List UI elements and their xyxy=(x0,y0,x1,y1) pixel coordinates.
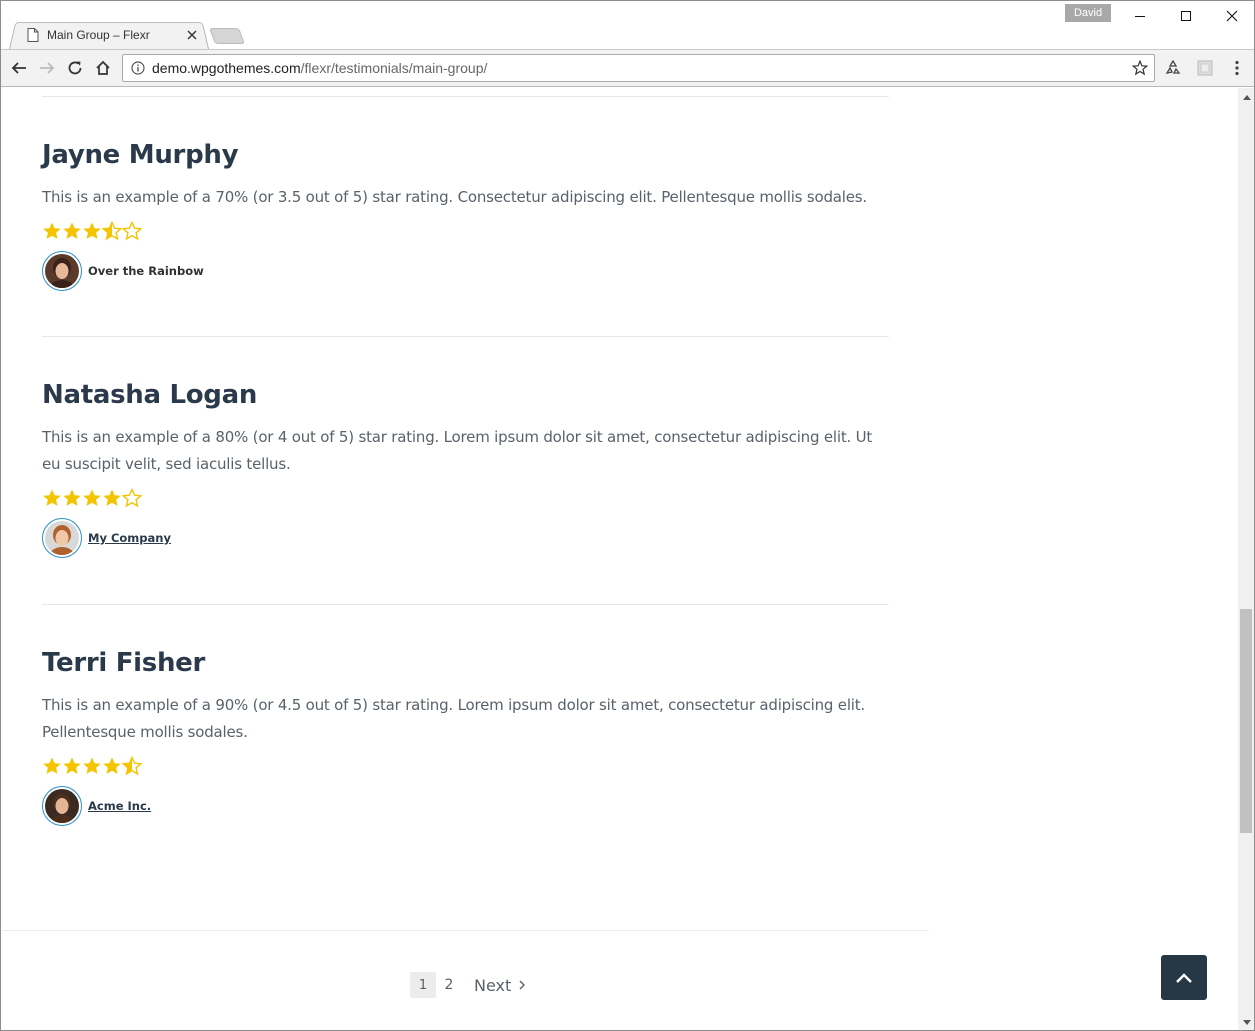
address-bar[interactable]: demo.wpgothemes.com/flexr/testimonials/m… xyxy=(122,54,1155,82)
scroll-up-arrow-icon[interactable] xyxy=(1238,88,1254,105)
testimonial-text: This is an example of a 90% (or 4.5 out … xyxy=(42,696,865,741)
testimonial-name: Jayne Murphy xyxy=(42,140,239,170)
recycle-extension-icon[interactable] xyxy=(1161,56,1185,80)
testimonial-name: Terri Fisher xyxy=(42,648,206,678)
company-link[interactable]: My Company xyxy=(88,531,171,545)
forward-icon[interactable] xyxy=(35,56,59,80)
star-full-icon xyxy=(103,757,121,774)
star-empty-icon xyxy=(122,221,142,241)
divider xyxy=(42,96,889,97)
star-full-icon xyxy=(63,489,81,506)
minimize-icon[interactable] xyxy=(1117,1,1163,31)
testimonial-item: Natasha Logan This is an example of a 80%… xyxy=(42,380,889,558)
testimonial-item: Terri Fisher This is an example of a 90% … xyxy=(42,648,889,826)
star-full-icon xyxy=(43,489,61,506)
divider xyxy=(42,336,889,337)
star-full-icon xyxy=(63,222,81,239)
star-rating xyxy=(42,221,889,241)
star-full-icon xyxy=(63,757,81,774)
chevron-up-icon xyxy=(1176,972,1192,983)
browser-tab[interactable]: Main Group – Flexr xyxy=(21,20,206,49)
extension-icon[interactable] xyxy=(1193,56,1217,80)
company-link[interactable]: Acme Inc. xyxy=(88,799,151,813)
testimonial-author: Acme Inc. xyxy=(42,786,889,826)
star-half-icon xyxy=(122,756,142,776)
testimonial-author: Over the Rainbow xyxy=(42,251,889,291)
avatar xyxy=(42,786,82,826)
page-icon xyxy=(27,27,39,42)
url-text: demo.wpgothemes.com/flexr/testimonials/m… xyxy=(152,60,487,76)
new-tab-button[interactable] xyxy=(209,28,245,44)
star-full-icon xyxy=(83,489,101,506)
page-2-button[interactable]: 2 xyxy=(436,972,462,998)
back-to-top-button[interactable] xyxy=(1161,955,1207,1000)
avatar xyxy=(42,518,82,558)
company-name: Over the Rainbow xyxy=(88,264,204,278)
testimonial-text: This is an example of a 80% (or 4 out of… xyxy=(42,428,873,473)
home-icon[interactable] xyxy=(91,56,115,80)
tab-close-icon[interactable] xyxy=(184,27,200,43)
testimonial-text: This is an example of a 70% (or 3.5 out … xyxy=(42,188,867,206)
footer-divider xyxy=(2,930,929,931)
star-half-icon xyxy=(102,221,122,241)
back-icon[interactable] xyxy=(7,56,31,80)
star-full-icon xyxy=(43,222,61,239)
info-icon[interactable] xyxy=(131,61,145,75)
star-full-icon xyxy=(83,757,101,774)
reload-icon[interactable] xyxy=(63,56,87,80)
next-page-button[interactable]: Next xyxy=(468,972,534,998)
scroll-down-arrow-icon[interactable] xyxy=(1238,1014,1254,1030)
star-full-icon xyxy=(83,222,101,239)
divider xyxy=(42,604,889,605)
close-window-icon[interactable] xyxy=(1209,1,1254,31)
browser-toolbar: demo.wpgothemes.com/flexr/testimonials/m… xyxy=(1,49,1254,87)
star-rating xyxy=(42,756,889,776)
testimonial-name: Natasha Logan xyxy=(42,380,258,410)
url-host: demo.wpgothemes.com xyxy=(152,60,301,76)
star-empty-icon xyxy=(122,488,142,508)
menu-kebab-icon[interactable] xyxy=(1225,56,1249,80)
pagination: 1 2 Next xyxy=(410,972,534,998)
testimonial-author: My Company xyxy=(42,518,889,558)
star-full-icon xyxy=(43,757,61,774)
url-path: /flexr/testimonials/main-group/ xyxy=(300,60,488,76)
page-viewport: Jayne Murphy This is an example of a 70% … xyxy=(2,88,1238,1030)
avatar xyxy=(42,251,82,291)
page-1-button[interactable]: 1 xyxy=(410,972,436,998)
star-rating xyxy=(42,488,889,508)
testimonial-item: Jayne Murphy This is an example of a 70% … xyxy=(42,140,889,291)
scroll-thumb[interactable] xyxy=(1240,609,1252,833)
browser-window: Main Group – Flexr David demo.wpgothemes… xyxy=(0,0,1255,1031)
vertical-scrollbar[interactable] xyxy=(1238,88,1254,1030)
tab-title: Main Group – Flexr xyxy=(47,27,150,42)
bookmark-star-icon[interactable] xyxy=(1132,60,1148,76)
star-full-icon xyxy=(103,489,121,506)
title-bar: Main Group – Flexr David xyxy=(1,1,1254,49)
maximize-icon[interactable] xyxy=(1163,1,1209,31)
profile-badge[interactable]: David xyxy=(1065,4,1111,22)
chevron-right-icon xyxy=(519,980,526,990)
next-label: Next xyxy=(474,975,512,995)
